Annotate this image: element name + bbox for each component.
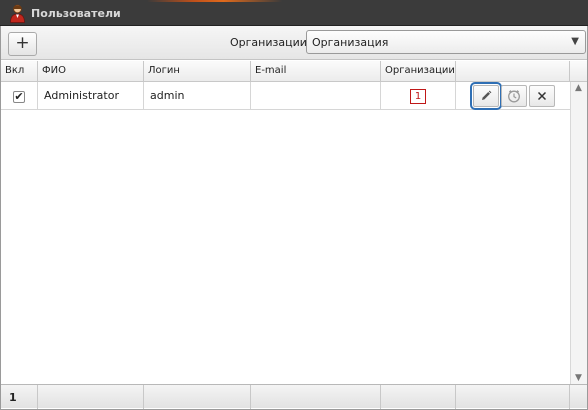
enabled-cell: ✔ <box>1 82 38 110</box>
organization-filter-value: Организация <box>312 36 389 49</box>
enabled-checkbox[interactable]: ✔ <box>13 91 25 103</box>
footer-cell <box>456 385 570 409</box>
table-row[interactable]: ✔ Administrator admin 1 <box>1 82 570 110</box>
scroll-down-icon[interactable]: ▼ <box>575 373 582 383</box>
full-name-cell: Administrator <box>38 82 144 110</box>
footer-cell <box>38 385 144 409</box>
delete-button[interactable] <box>529 85 555 107</box>
user-icon <box>10 4 25 23</box>
email-cell <box>251 82 381 110</box>
organization-filter-select[interactable]: Организация ▼ <box>306 30 586 54</box>
footer-row-count: 1 <box>9 391 17 404</box>
column-header-enabled[interactable]: Вкл <box>1 61 38 82</box>
footer-cell <box>1 385 38 409</box>
users-window: + Организации Организация ▼ Вкл ФИО Логи… <box>0 26 588 410</box>
add-user-button[interactable]: + <box>8 32 37 56</box>
footer-cell <box>144 385 251 409</box>
clock-icon <box>508 90 520 103</box>
column-header-organizations[interactable]: Организации <box>381 61 456 82</box>
footer-cell <box>251 385 381 409</box>
column-header-login[interactable]: Логин <box>144 61 251 82</box>
table-footer: 1 <box>1 384 587 409</box>
chevron-down-icon: ▼ <box>571 36 579 47</box>
column-header-email[interactable]: E-mail <box>251 61 381 82</box>
history-button[interactable] <box>501 85 527 107</box>
column-header-actions <box>456 61 570 82</box>
pencil-icon <box>482 90 492 100</box>
organizations-count-badge[interactable]: 1 <box>410 89 426 104</box>
footer-cell <box>381 385 456 409</box>
edit-button[interactable] <box>470 82 502 110</box>
title-bar: Пользователи <box>0 0 588 26</box>
title-bar-accent <box>0 0 588 2</box>
table-header: Вкл ФИО Логин E-mail Организации <box>1 61 587 82</box>
toolbar: + Организации Организация ▼ <box>1 26 587 60</box>
scroll-up-icon[interactable]: ▲ <box>575 83 582 93</box>
column-header-full-name[interactable]: ФИО <box>38 61 144 82</box>
login-cell: admin <box>144 82 251 110</box>
organization-filter-label: Организации <box>230 36 307 49</box>
close-icon <box>537 91 547 101</box>
column-header-spacer <box>570 61 587 82</box>
vertical-scrollbar[interactable]: ▲ ▼ <box>570 82 587 384</box>
window-title: Пользователи <box>31 7 121 20</box>
